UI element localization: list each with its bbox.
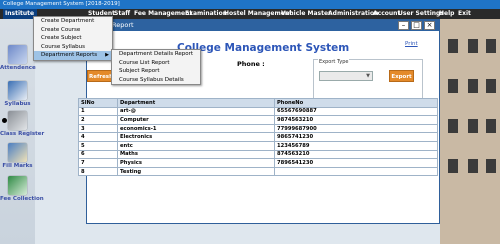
sidebar: Attendence Syllabus Class Register Fill …: [0, 19, 45, 244]
department-reports-submenu: Department Details Report Course List Re…: [111, 49, 201, 85]
menu-item-create-course[interactable]: Create Course: [34, 26, 112, 35]
column-header[interactable]: Department: [117, 98, 275, 108]
institute-menu: Create Department Create Course Create S…: [33, 16, 113, 61]
report-window-title: Report: [112, 21, 134, 29]
fee-collection-icon: [8, 176, 27, 195]
cell-slno: 5: [78, 140, 118, 151]
cell-slno: 8: [78, 166, 118, 177]
menu-item-subject-report[interactable]: Subject Report: [112, 67, 200, 76]
table-row[interactable]: 7 Physics 7896541230: [78, 158, 438, 168]
background-image: [440, 19, 500, 244]
menu-item-create-subject[interactable]: Create Subject: [34, 34, 112, 43]
export-button[interactable]: Export: [389, 70, 414, 82]
sidebar-item-class-register[interactable]: Class Register: [0, 111, 45, 137]
table-row[interactable]: 6 Maths 874563210: [78, 149, 438, 160]
cell-phone: 874563210: [274, 149, 438, 160]
cell-department: Physics: [117, 158, 275, 168]
bullet-icon: [2, 118, 7, 123]
menu-item-course-syllabus-details[interactable]: Course Syllabus Details: [112, 76, 200, 85]
table-row[interactable]: 4 Electronics 9865741230: [78, 132, 438, 142]
sidebar-item-fill-marks[interactable]: Fill Marks: [0, 143, 35, 169]
sidebar-label: Fee Collection: [0, 196, 44, 202]
maximize-icon[interactable]: □: [411, 21, 422, 30]
cell-slno: 2: [78, 115, 118, 125]
table-row[interactable]: 5 entc 123456789: [78, 140, 438, 151]
sidebar-item-fee-collection[interactable]: Fee Collection: [0, 176, 44, 202]
menu-examination[interactable]: Examination: [185, 9, 227, 19]
minimize-icon[interactable]: –: [398, 21, 409, 30]
table-row[interactable]: 3 economics-1 77999687900: [78, 123, 438, 134]
fill-marks-icon: [8, 143, 27, 162]
cell-phone: [274, 166, 438, 177]
cell-department: art-@: [117, 106, 275, 117]
sidebar-label: Class Register: [0, 131, 45, 137]
export-type-label: Export Type: [318, 59, 350, 65]
cell-phone: 7896541230: [274, 158, 438, 168]
menu-item-department-details-report[interactable]: Department Details Report: [112, 50, 200, 59]
close-icon[interactable]: ×: [424, 21, 435, 30]
department-table: SlNo Department PhoneNo 1 art-@ 6556769088…: [78, 98, 438, 177]
sidebar-label: Attendence: [0, 65, 36, 71]
menu-vehicle-master[interactable]: Vehicle Master: [281, 9, 331, 19]
sidebar-label: Syllabus: [4, 101, 31, 107]
cell-slno: 4: [78, 132, 118, 142]
sidebar-item-attendence[interactable]: Attendence: [0, 45, 36, 71]
menu-item-course-syllabus[interactable]: Course Syllabus: [34, 43, 112, 52]
cell-department: economics-1: [117, 123, 275, 134]
syllabus-icon: [8, 81, 27, 100]
menu-staff[interactable]: Staff: [114, 9, 130, 19]
table-row[interactable]: 8 Testing: [78, 166, 438, 177]
cell-department: Testing: [117, 166, 275, 177]
cell-phone: 65567690887: [274, 106, 438, 117]
menu-account[interactable]: Account: [373, 9, 400, 19]
menu-item-create-department[interactable]: Create Department: [34, 17, 112, 26]
column-header[interactable]: PhoneNo: [274, 98, 438, 108]
cell-department: Computer: [117, 115, 275, 125]
menu-exit[interactable]: Exit: [458, 9, 471, 19]
menu-item-course-list-report[interactable]: Course List Report: [112, 59, 200, 68]
cell-slno: 6: [78, 149, 118, 160]
page-title: College Management System: [177, 42, 350, 54]
attendence-icon: [8, 45, 27, 64]
cell-department: Electronics: [117, 132, 275, 142]
menu-help[interactable]: Help: [439, 9, 454, 19]
cell-phone: 9874563210: [274, 115, 438, 125]
menu-user-settings[interactable]: User Settings: [398, 9, 444, 19]
window-title: College Management System [2018-2019]: [0, 0, 500, 9]
menu-administration[interactable]: Administration: [328, 9, 378, 19]
sidebar-item-syllabus[interactable]: Syllabus: [0, 81, 35, 107]
cell-slno: 3: [78, 123, 118, 134]
report-window-titlebar: Report: [87, 20, 439, 31]
chevron-right-icon: ▶: [105, 52, 109, 58]
column-header[interactable]: SlNo: [78, 98, 118, 108]
chevron-down-icon: ▼: [366, 73, 370, 79]
sidebar-label: Fill Marks: [2, 163, 33, 169]
export-type-select[interactable]: ▼: [319, 71, 373, 81]
class-register-icon: [8, 111, 27, 130]
table-row[interactable]: 2 Computer 9874563210: [78, 115, 438, 125]
cell-slno: 1: [78, 106, 118, 117]
menu-item-label: Department Reports: [41, 52, 98, 58]
table-header-row: SlNo Department PhoneNo: [78, 98, 438, 108]
menu-fee-management[interactable]: Fee Management: [134, 9, 192, 19]
phone-label: Phone :: [237, 60, 265, 68]
menu-item-department-reports[interactable]: Department Reports ▶: [34, 51, 112, 60]
cell-slno: 7: [78, 158, 118, 168]
table-row[interactable]: 1 art-@ 65567690887: [78, 106, 438, 117]
print-link[interactable]: Print: [405, 41, 418, 47]
cell-department: entc: [117, 140, 275, 151]
cell-phone: 9865741230: [274, 132, 438, 142]
cell-department: Maths: [117, 149, 275, 160]
cell-phone: 77999687900: [274, 123, 438, 134]
cell-phone: 123456789: [274, 140, 438, 151]
menu-institute[interactable]: Institute: [3, 9, 38, 19]
